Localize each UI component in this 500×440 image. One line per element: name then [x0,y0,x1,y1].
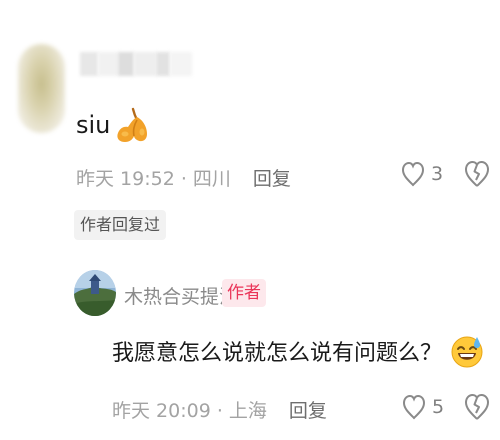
username-redacted [80,52,192,76]
reply-username[interactable]: 木热合买提江 [124,282,238,309]
comment-thread: siu 昨天 19:52 · 四川 回复 3 作者回复过 木热合买提江 作者 我… [0,0,500,440]
sweat-smile-emoji-icon [450,334,484,368]
reply-text: 我愿意怎么说就怎么说有问题么？ [112,331,484,371]
reply-button[interactable]: 回复 [289,396,327,423]
avatar[interactable] [74,270,116,316]
like-count: 3 [431,163,444,185]
author-badge: 作者 [222,279,266,307]
dislike-button[interactable] [464,159,490,193]
like-button[interactable]: 5 [402,393,444,421]
reply-timestamp: 昨天 20:09 · 上海 [112,400,267,422]
comment-meta: 昨天 19:52 · 四川 回复 [76,164,291,191]
reply-button[interactable]: 回复 [253,164,291,191]
comment-body: siu [76,111,111,139]
broken-heart-icon [465,161,489,187]
peach-emoji-icon [112,105,152,145]
author-replied-tag: 作者回复过 [74,210,167,240]
heart-icon [402,394,426,420]
dislike-button[interactable] [464,392,490,426]
comment-text: siu [76,105,152,145]
like-button[interactable]: 3 [401,160,443,188]
reply-meta: 昨天 20:09 · 上海 回复 [112,396,327,423]
broken-heart-icon [465,394,489,420]
avatar[interactable] [18,44,65,133]
reply-body: 我愿意怎么说就怎么说有问题么？ [112,341,443,366]
comment-timestamp: 昨天 19:52 · 四川 [76,168,231,190]
heart-icon [401,161,425,187]
like-count: 5 [432,396,445,418]
